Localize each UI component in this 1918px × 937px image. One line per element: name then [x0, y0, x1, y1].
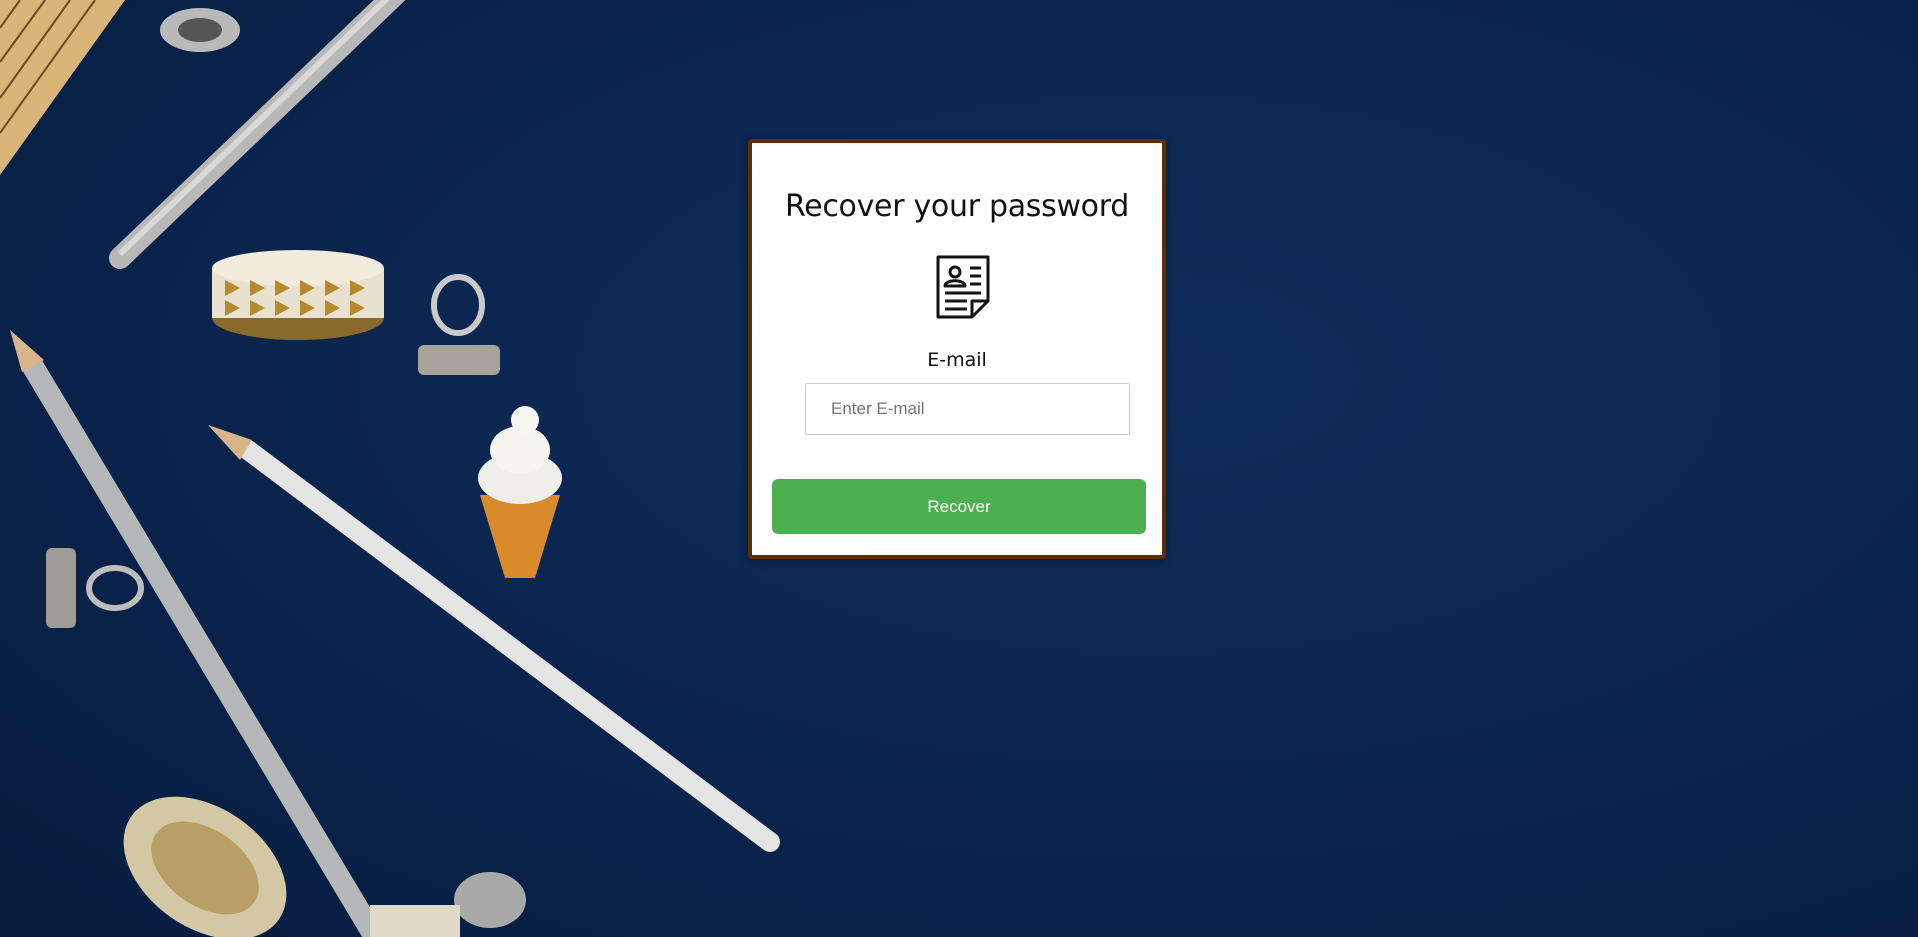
pencil-image: [109, 0, 406, 269]
pencil-image: [10, 330, 385, 937]
binder-clip-image: [418, 274, 500, 375]
ice-cream-eraser-image: [478, 406, 562, 578]
email-input[interactable]: [805, 383, 1130, 435]
recover-password-card: Recover your password E-mail Recover: [748, 139, 1166, 559]
recover-button[interactable]: Recover: [772, 479, 1146, 534]
pencil-image: [208, 425, 780, 852]
ruler-image: [0, 0, 125, 175]
page-title: Recover your password: [784, 189, 1129, 224]
binder-clip-image: [160, 8, 240, 52]
binder-clip-image: [370, 872, 526, 937]
email-label: E-mail: [927, 349, 987, 371]
washi-tape-image: [123, 796, 287, 937]
washi-tape-image: [212, 250, 384, 340]
profile-document-icon: [936, 255, 990, 319]
binder-clip-image: [46, 548, 144, 628]
